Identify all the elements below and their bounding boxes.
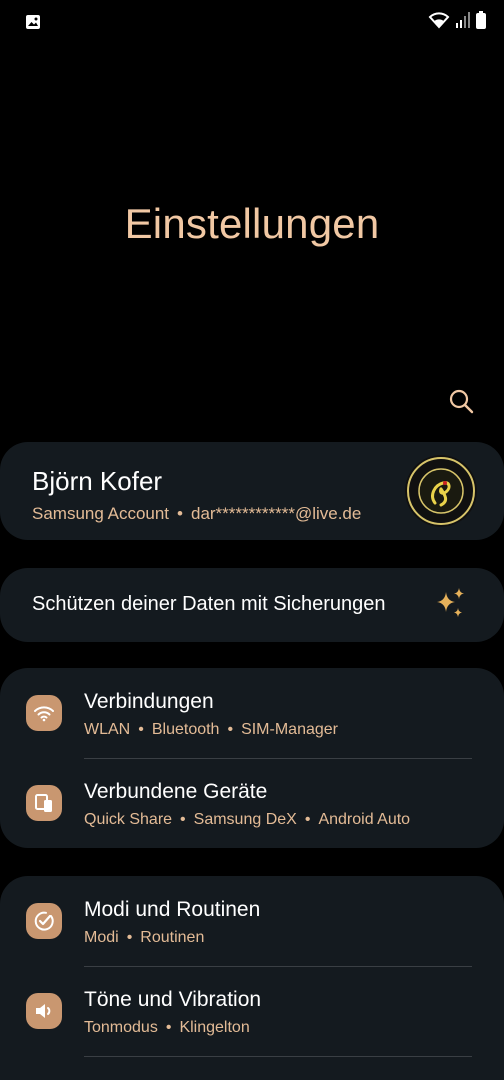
separator-dot: • bbox=[138, 721, 144, 738]
settings-item-verbindungen[interactable]: Verbindungen WLAN • Bluetooth • SIM-Manager bbox=[0, 668, 504, 758]
settings-group-modes-sound: Modi und Routinen Modi • Routinen Töne und… bbox=[0, 876, 504, 1080]
item-subtitle: Modi • Routinen bbox=[84, 929, 204, 947]
separator-dot: • bbox=[177, 504, 183, 523]
subtitle-part: Modi bbox=[84, 929, 119, 946]
settings-item-verbundene-geraete[interactable]: Verbundene Geräte Quick Share • Samsung De… bbox=[0, 758, 504, 848]
settings-group-connections: Verbindungen WLAN • Bluetooth • SIM-Manager … bbox=[0, 668, 504, 848]
separator-dot: • bbox=[227, 721, 234, 738]
item-title: Modi und Routinen bbox=[84, 898, 261, 921]
search-icon[interactable] bbox=[448, 388, 474, 414]
wifi-status-icon bbox=[428, 11, 450, 34]
settings-item-modi-routinen[interactable]: Modi und Routinen Modi • Routinen bbox=[0, 876, 504, 966]
subtitle-part: Tonmodus bbox=[84, 1019, 158, 1036]
check-circle-icon bbox=[26, 903, 62, 939]
signal-icon bbox=[456, 11, 470, 33]
subtitle-part: Routinen bbox=[140, 929, 205, 946]
subtitle-part: SIM-Manager bbox=[241, 721, 338, 738]
backup-card[interactable]: Schützen deiner Daten mit Sicherungen bbox=[0, 568, 504, 642]
gallery-notification-icon bbox=[25, 14, 41, 30]
avatar[interactable] bbox=[405, 455, 477, 527]
status-bar bbox=[0, 0, 504, 44]
subtitle-part: Samsung DeX bbox=[193, 811, 297, 828]
separator-dot: • bbox=[165, 1019, 172, 1036]
divider bbox=[84, 1056, 472, 1057]
item-title: Verbundene Geräte bbox=[84, 780, 268, 803]
backup-label: Schützen deiner Daten mit Sicherungen bbox=[32, 593, 386, 615]
account-subtitle: Samsung Account • dar************@live.de bbox=[32, 504, 361, 524]
sparkle-icon bbox=[434, 586, 468, 622]
devices-icon bbox=[26, 785, 62, 821]
item-title: Töne und Vibration bbox=[84, 988, 262, 1011]
item-title: Verbindungen bbox=[84, 690, 214, 713]
subtitle-part: Bluetooth bbox=[151, 721, 220, 738]
battery-icon bbox=[476, 10, 486, 34]
account-service: Samsung Account bbox=[32, 504, 170, 523]
account-email: dar************@live.de bbox=[190, 504, 362, 523]
separator-dot: • bbox=[304, 811, 311, 828]
subtitle-part: WLAN bbox=[84, 721, 131, 738]
account-card[interactable]: Björn Kofer Samsung Account • dar*********… bbox=[0, 442, 504, 540]
item-subtitle: WLAN • Bluetooth • SIM-Manager bbox=[84, 721, 338, 739]
page-title: Einstellungen bbox=[124, 200, 380, 247]
wifi-icon bbox=[26, 695, 62, 731]
account-name: Björn Kofer bbox=[32, 466, 163, 496]
settings-item-toene-vibration[interactable]: Töne und Vibration Tonmodus • Klingelton bbox=[0, 966, 504, 1056]
speaker-icon bbox=[26, 993, 62, 1029]
item-subtitle: Tonmodus • Klingelton bbox=[84, 1019, 250, 1037]
subtitle-part: Quick Share bbox=[84, 811, 173, 828]
subtitle-part: Android Auto bbox=[318, 811, 411, 828]
separator-dot: • bbox=[180, 811, 186, 828]
subtitle-part: Klingelton bbox=[179, 1019, 250, 1036]
separator-dot: • bbox=[126, 929, 133, 946]
item-subtitle: Quick Share • Samsung DeX • Android Auto bbox=[84, 811, 410, 829]
